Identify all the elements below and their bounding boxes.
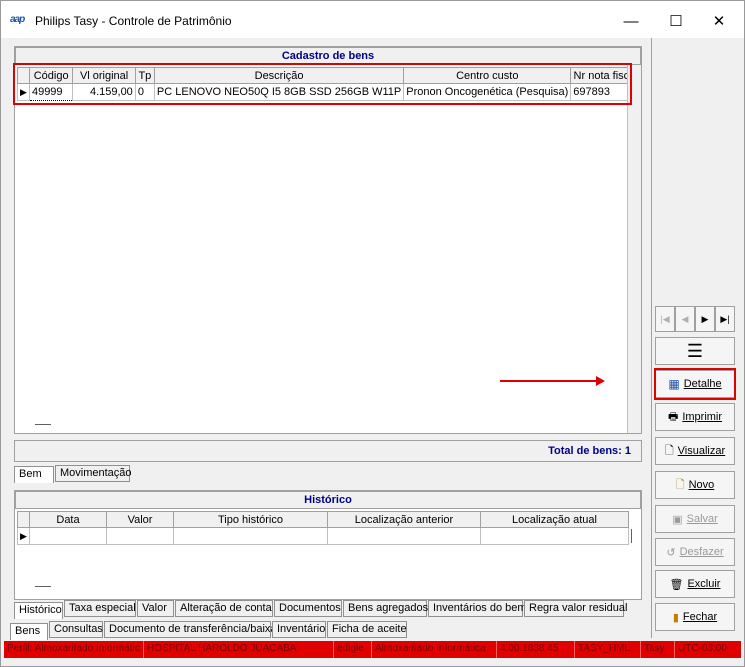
page-icon: 🗋 <box>664 444 674 457</box>
cell-tipo-historico[interactable] <box>173 527 328 545</box>
status-version: 4.00.1838.45 <box>497 641 575 658</box>
tab-taxa-especial[interactable]: Taxa especial <box>64 600 136 617</box>
exit-door-icon: ▮ <box>672 611 679 624</box>
minimize-button[interactable]: — <box>611 7 651 35</box>
status-setor: Almoxarifado Informática <box>372 641 497 658</box>
status-bar: Perfil: Almoxarifado Informátic HOSPITAL… <box>4 641 741 658</box>
table-row[interactable]: ▶ <box>17 527 629 545</box>
cadastro-scrollbar[interactable] <box>627 65 641 433</box>
total-label: Total de bens: 1 <box>548 445 631 457</box>
close-button[interactable]: ✕ <box>699 7 739 35</box>
excluir-button[interactable]: 🗑 Excluir <box>655 570 735 598</box>
historico-table: Data Valor Tipo histórico Localização an… <box>17 511 629 545</box>
cell-localizacao-anterior[interactable] <box>327 527 481 545</box>
status-hospital: HOSPITAL HAROLDO JUACABA <box>144 641 334 658</box>
col-tipo-historico[interactable]: Tipo histórico <box>173 511 328 528</box>
cell-localizacao-atual[interactable] <box>480 527 629 545</box>
fechar-button[interactable]: ▮ Fechar <box>655 603 735 631</box>
cell-valor[interactable] <box>106 527 174 545</box>
col-tp[interactable]: Tp <box>134 67 155 84</box>
cell-centro-custo[interactable]: Pronon Oncogenética (Pesquisa) <box>403 83 572 101</box>
historico-title: Histórico <box>15 491 641 509</box>
tab-bens[interactable]: Bens <box>10 623 48 640</box>
tab-bens-agregados[interactable]: Bens agregados <box>343 600 428 617</box>
cell-descricao[interactable]: PC LENOVO NEO50Q I5 8GB SSD 256GB W11P <box>153 83 405 101</box>
row-pointer-icon: ▶ <box>17 527 30 545</box>
cadastro-panel: Cadastro de bens Código Vl original Tp D… <box>14 46 642 434</box>
arrow-annotation-icon <box>500 380 600 382</box>
save-icon: ▣ <box>672 513 683 526</box>
tab-movimentacao[interactable]: Movimentação <box>55 465 132 482</box>
printer-icon: 🖶 <box>667 410 679 423</box>
historico-panel: Histórico Data Valor Tipo histórico Loca… <box>14 490 642 600</box>
tab-inventarios-do-bem[interactable]: Inventários do bem <box>428 600 527 617</box>
first-record-icon[interactable]: |◀ <box>655 306 675 332</box>
trash-icon: 🗑 <box>669 578 684 591</box>
table-row[interactable]: ▶ 49999 4.159,00 0 PC LENOVO NEO50Q I5 8… <box>17 83 641 101</box>
scroll-indicator[interactable] <box>35 586 51 587</box>
tab-bem[interactable]: Bem <box>14 466 54 483</box>
salvar-button[interactable]: ▣ Salvar <box>655 505 735 533</box>
side-divider <box>651 38 652 638</box>
grid-icon: ▦ <box>668 377 680 391</box>
cell-tp[interactable]: 0 <box>134 83 155 101</box>
window-title: Philips Tasy - Controle de Patrimônio <box>35 14 232 28</box>
col-localizacao-atual[interactable]: Localização atual <box>480 511 629 528</box>
cell-data[interactable] <box>29 527 107 545</box>
previous-record-icon[interactable]: ◀ <box>675 306 695 332</box>
cell-codigo[interactable]: 49999 <box>28 83 74 101</box>
visualizar-button[interactable]: 🗋 Visualizar <box>655 437 735 465</box>
arrow-head-icon <box>596 376 605 386</box>
status-timezone: UTC-03:00 <box>678 643 727 654</box>
next-record-icon[interactable]: ▶ <box>695 306 715 332</box>
last-record-icon[interactable]: ▶| <box>715 306 735 332</box>
cadastro-title: Cadastro de bens <box>15 47 641 65</box>
undo-icon: ↺ <box>666 546 676 559</box>
title-bar: aap Philips Tasy - Controle de Patrimôni… <box>0 0 745 38</box>
maximize-button[interactable]: ☐ <box>656 7 696 35</box>
row-pointer-icon: ▶ <box>17 83 30 101</box>
tab-valor[interactable]: Valor <box>137 600 174 617</box>
row-indicator-header <box>17 67 30 84</box>
col-localizacao-anterior[interactable]: Localização anterior <box>327 511 481 528</box>
col-data[interactable]: Data <box>29 511 107 528</box>
scroll-indicator-v[interactable] <box>631 529 632 543</box>
imprimir-button[interactable]: 🖶 Imprimir <box>655 403 735 431</box>
col-vl-original[interactable]: Vl original <box>72 67 136 84</box>
col-centro-custo[interactable]: Centro custo <box>403 67 572 84</box>
desfazer-button[interactable]: ↺ Desfazer <box>655 538 735 566</box>
cell-vl-original[interactable]: 4.159,00 <box>72 83 136 101</box>
tab-ficha-de-aceite[interactable]: Ficha de aceite <box>327 621 407 638</box>
col-codigo[interactable]: Código <box>28 67 74 84</box>
status-perfil: Perfil: Almoxarifado Informátic <box>4 641 144 658</box>
status-environment: TASY_HML <box>575 641 641 658</box>
scroll-indicator[interactable] <box>35 424 51 425</box>
col-descricao[interactable]: Descrição <box>153 67 405 84</box>
status-system: Tasy <box>641 641 675 658</box>
detalhe-button[interactable]: ▦ Detalhe <box>655 370 735 398</box>
tab-consultas[interactable]: Consultas <box>49 621 103 638</box>
tab-inventario[interactable]: Inventário <box>272 621 326 638</box>
cadastro-table: Código Vl original Tp Descrição Centro c… <box>17 67 641 101</box>
novo-button[interactable]: 🗋 Novo <box>655 471 735 499</box>
app-logo-icon: aap <box>10 14 25 25</box>
tab-documentos[interactable]: Documentos <box>274 600 342 617</box>
tab-alteracao-de-conta[interactable]: Alteração de conta <box>175 600 273 617</box>
new-document-icon: 🗋 <box>675 478 685 491</box>
tab-historico[interactable]: Histórico <box>14 602 63 619</box>
menu-hamburger-icon[interactable]: ☰ <box>655 337 735 365</box>
col-valor[interactable]: Valor <box>106 511 174 528</box>
row-indicator-header <box>17 511 30 528</box>
tab-regra-valor-residual[interactable]: Regra valor residual <box>524 600 627 617</box>
tab-documento-transferencia[interactable]: Documento de transferência/baixa <box>104 621 277 638</box>
status-user: edigle <box>334 641 372 658</box>
total-bar: Total de bens: 1 <box>14 440 642 462</box>
